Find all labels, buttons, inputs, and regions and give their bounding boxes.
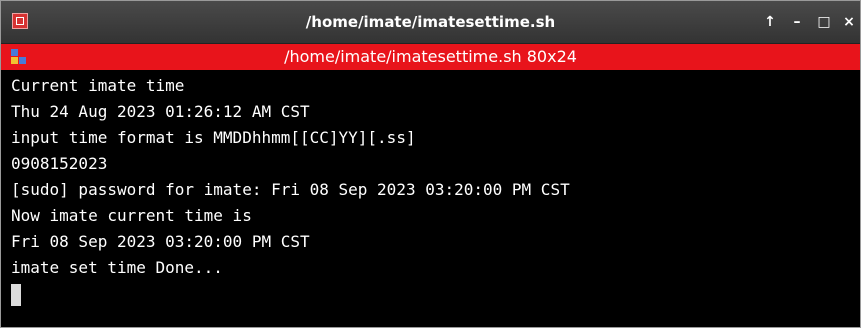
keep-above-button[interactable]: ↑ xyxy=(759,1,781,43)
terminal-window: /home/imate/imatesettime.sh ↑ – □ × /hom… xyxy=(0,0,861,328)
terminal-line: Current imate time xyxy=(11,76,185,95)
terminal-title: /home/imate/imatesettime.sh 80x24 xyxy=(284,47,577,66)
terminal-line: Fri 08 Sep 2023 03:20:00 PM CST xyxy=(11,232,310,251)
terminal-line: input time format is MMDDhhmm[[CC]YY][.s… xyxy=(11,128,416,147)
window-titlebar[interactable]: /home/imate/imatesettime.sh ↑ – □ × xyxy=(1,1,860,44)
terminal-prompt-line[interactable] xyxy=(11,281,851,307)
terminal-line: Thu 24 Aug 2023 01:26:12 AM CST xyxy=(11,102,310,121)
text-cursor xyxy=(11,284,21,306)
close-button[interactable]: × xyxy=(838,1,860,43)
terminal-line: 0908152023 xyxy=(11,154,108,173)
maximize-button[interactable]: □ xyxy=(813,1,835,43)
window-title: /home/imate/imatesettime.sh xyxy=(305,13,556,31)
terminal-line: imate set time Done... xyxy=(11,258,223,277)
terminal-output[interactable]: Current imate time Thu 24 Aug 2023 01:26… xyxy=(11,73,851,323)
minimize-button[interactable]: – xyxy=(786,1,808,43)
terminal-line: Now imate current time is xyxy=(11,206,252,225)
terminal-titlebar[interactable]: /home/imate/imatesettime.sh 80x24 xyxy=(1,44,860,70)
terminal-line: [sudo] password for imate: Fri 08 Sep 20… xyxy=(11,180,570,199)
